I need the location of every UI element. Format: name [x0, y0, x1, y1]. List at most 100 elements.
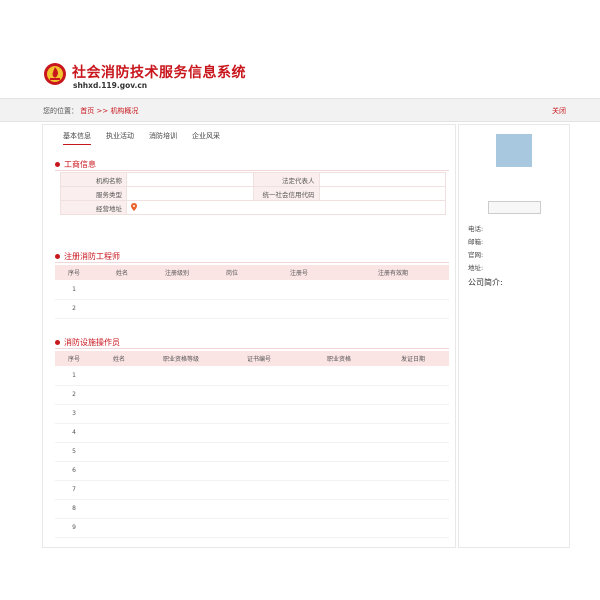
- info-row: 经营地址: [60, 200, 446, 215]
- site-domain: shhxd.119.gov.cn: [73, 81, 148, 90]
- breadcrumb: 您的位置： 首页 >> 机构概况: [43, 106, 138, 116]
- table-cell: [145, 461, 217, 481]
- tab-bar: 基本信息 执业活动 消防培训 企业风采: [63, 131, 220, 145]
- table-cell: [217, 423, 301, 443]
- table-cell: [217, 518, 301, 538]
- table-cell: [261, 280, 337, 300]
- table-cell: 1: [55, 366, 93, 386]
- company-side-panel: 电话: 邮箱: 官网: 地址: 公司简介:: [458, 124, 570, 548]
- info-value-address: [126, 200, 446, 215]
- table-cell: [217, 461, 301, 481]
- fire-emblem-icon: [44, 63, 66, 85]
- table-cell: 8: [55, 499, 93, 519]
- info-key-service-type: 服务类型: [60, 186, 127, 201]
- table-cell: [145, 518, 217, 538]
- location-pin-icon[interactable]: [131, 202, 137, 211]
- red-dot-icon: [55, 340, 60, 345]
- table-cell: [377, 404, 449, 424]
- table-cell: [151, 280, 203, 300]
- table-cell: 9: [55, 518, 93, 538]
- main-panel: 基本信息 执业活动 消防培训 企业风采 工商信息 机构名称 法定代表人 服务类型…: [42, 124, 456, 548]
- table-cell: [203, 280, 261, 300]
- table-cell: [301, 404, 377, 424]
- table-row: 7: [55, 480, 449, 500]
- breadcrumb-home-link[interactable]: 首页: [80, 107, 94, 115]
- table-header-row: 序号 姓名 注册级别 岗位 注册号 注册有效期: [55, 265, 449, 280]
- field-intro: 公司简介:: [468, 278, 503, 287]
- close-link[interactable]: 关闭: [552, 106, 566, 116]
- section-divider: [55, 262, 449, 263]
- table-row: 8: [55, 499, 449, 519]
- table-cell: [217, 480, 301, 500]
- table-cell: [337, 299, 449, 319]
- table-cell: [93, 299, 151, 319]
- table-cell: [203, 299, 261, 319]
- table-cell: 2: [55, 299, 93, 319]
- tab-company-style[interactable]: 企业风采: [192, 131, 220, 145]
- table-cell: [301, 499, 377, 519]
- table-cell: [145, 385, 217, 405]
- table-cell: [145, 423, 217, 443]
- table-cell: [93, 499, 145, 519]
- table-row: 2: [55, 385, 449, 405]
- col-header: 岗位: [203, 265, 261, 280]
- table-cell: 2: [55, 385, 93, 405]
- operators-title-text: 消防设施操作员: [64, 338, 120, 347]
- red-dot-icon: [55, 254, 60, 259]
- info-value-org-name: [126, 172, 254, 187]
- table-cell: [301, 518, 377, 538]
- table-cell: [93, 366, 145, 386]
- company-contact-fields: 电话: 邮箱: 官网: 地址: 公司简介:: [468, 223, 503, 290]
- table-row: 5: [55, 442, 449, 462]
- breadcrumb-current: 机构概况: [110, 107, 139, 115]
- site-title: 社会消防技术服务信息系统: [72, 65, 246, 81]
- breadcrumb-label: 您的位置：: [43, 107, 78, 115]
- engineers-title-text: 注册消防工程师: [64, 252, 120, 261]
- company-logo: [496, 134, 532, 167]
- table-cell: [377, 518, 449, 538]
- table-cell: [217, 404, 301, 424]
- col-header: 姓名: [93, 265, 151, 280]
- table-cell: 4: [55, 423, 93, 443]
- tab-training[interactable]: 消防培训: [149, 131, 177, 145]
- field-phone: 电话:: [468, 225, 484, 233]
- table-cell: [93, 461, 145, 481]
- table-cell: [93, 280, 151, 300]
- table-cell: [217, 442, 301, 462]
- info-row: 机构名称 法定代表人: [60, 172, 446, 187]
- field-email: 邮箱:: [468, 238, 484, 246]
- table-row: 9: [55, 518, 449, 538]
- business-info-title-text: 工商信息: [64, 160, 96, 169]
- table-cell: [301, 366, 377, 386]
- col-header: 职业资格: [301, 351, 377, 366]
- operators-table-body: 123456789: [55, 366, 449, 538]
- table-row: 3: [55, 404, 449, 424]
- table-cell: [377, 423, 449, 443]
- info-key-legal-rep: 法定代表人: [252, 172, 320, 187]
- table-cell: [145, 499, 217, 519]
- table-cell: [145, 404, 217, 424]
- table-cell: [301, 385, 377, 405]
- table-cell: [93, 442, 145, 462]
- table-cell: [377, 385, 449, 405]
- table-header-row: 序号 姓名 职业资格等级 证书编号 职业资格 发证日期: [55, 351, 449, 366]
- business-info-table: 机构名称 法定代表人 服务类型 统一社会信用代码 经营地址: [60, 172, 446, 215]
- engineers-title: 注册消防工程师: [55, 251, 120, 262]
- table-cell: [145, 366, 217, 386]
- table-row: 1: [55, 366, 449, 386]
- table-cell: [93, 518, 145, 538]
- table-cell: [337, 280, 449, 300]
- company-detail-button[interactable]: [488, 201, 541, 214]
- col-header: 职业资格等级: [145, 351, 217, 366]
- table-cell: [301, 480, 377, 500]
- col-header: 注册号: [261, 265, 337, 280]
- table-row: 2: [55, 299, 449, 319]
- table-cell: [377, 499, 449, 519]
- table-cell: [93, 480, 145, 500]
- tab-basic-info[interactable]: 基本信息: [63, 131, 91, 145]
- table-cell: [145, 442, 217, 462]
- table-row: 6: [55, 461, 449, 481]
- table-row: 4: [55, 423, 449, 443]
- operators-title: 消防设施操作员: [55, 337, 120, 348]
- tab-practice[interactable]: 执业活动: [106, 131, 134, 145]
